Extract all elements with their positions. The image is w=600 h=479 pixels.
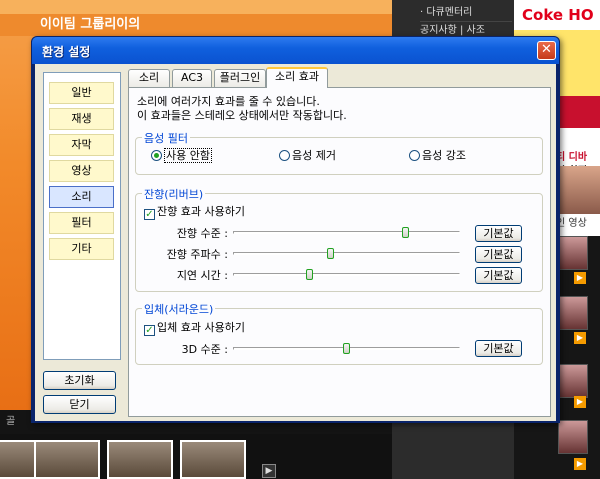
voice-filter-group: 음성 필터 사용 안함 음성 제거 음성 강조 [135,130,543,175]
category-filter[interactable]: 필터 [49,212,114,234]
list-item[interactable]: · 다큐멘터리 [420,4,512,22]
reverb-enable-checkbox[interactable]: ✓ 잔향 효과 사용하기 [144,203,245,220]
reverb-frequency-slider[interactable] [233,252,460,255]
surround-enable-checkbox[interactable]: ✓ 입체 효과 사용하기 [144,319,245,336]
category-video[interactable]: 영상 [49,160,114,182]
reverb-level-label: 잔향 수준 : [176,227,228,240]
reverb-group: 잔향(리버브) ✓ 잔향 효과 사용하기 잔향 수준 : 기본값 잔향 주파수 :… [135,186,543,292]
reverb-level-thumb[interactable] [401,227,409,238]
tab-sound-effects[interactable]: 소리 효과 [266,67,328,88]
radio-none[interactable]: 사용 안함 [151,147,212,163]
surround-label: 입체(서라운드) [142,301,216,317]
reset-button[interactable]: 초기화 [43,371,116,390]
background-list: · 다큐멘터리 공지사항 | 사조 [420,4,512,40]
reverb-label: 잔향(리버브) [142,186,206,202]
play-icon[interactable]: ▶ [574,396,586,408]
play-icon[interactable]: ▶ [574,272,586,284]
ad-banner-text[interactable]: Coke HO [522,6,594,24]
video-panel-title: 인 영상 [556,214,587,229]
category-sound[interactable]: 소리 [49,186,114,208]
reverb-frequency-default-button[interactable]: 기본값 [475,246,522,263]
3d-level-label: 3D 수준 : [181,343,228,356]
delay-time-thumb[interactable] [306,269,314,280]
category-general[interactable]: 일반 [49,82,114,104]
background-banner: 이이팀 그룹리이의 [0,14,392,36]
preferences-dialog: 환경 설정 ✕ 일반 재생 자막 영상 소리 필터 기타 초기화 닫기 소리 A… [31,36,560,423]
radio-voice-remove[interactable]: 음성 제거 [279,147,336,163]
video-thumbnail[interactable] [558,420,588,454]
tab-ac3[interactable]: AC3 [172,69,212,87]
category-other[interactable]: 기타 [49,238,114,260]
close-icon[interactable]: ✕ [537,41,556,60]
reverb-level-default-button[interactable]: 기본값 [475,225,522,242]
news-headline[interactable]: 티 디바 [556,148,587,163]
checkbox-checked-icon[interactable]: ✓ [144,209,155,220]
delay-time-label: 지연 시간 : [176,269,228,282]
delay-time-slider[interactable] [233,273,460,276]
checkbox-checked-icon[interactable]: ✓ [144,325,155,336]
news-photo[interactable] [556,166,600,214]
category-playback[interactable]: 재생 [49,108,114,130]
play-icon[interactable]: ▶ [574,332,586,344]
thumbnail[interactable] [34,440,100,479]
3d-level-default-button[interactable]: 기본값 [475,340,522,357]
radio-icon[interactable] [279,150,290,161]
3d-level-thumb[interactable] [342,343,350,354]
radio-selected-icon[interactable] [151,150,162,161]
dialog-body: 일반 재생 자막 영상 소리 필터 기타 초기화 닫기 소리 AC3 플러그인 … [35,64,556,421]
video-thumbnail[interactable] [558,364,588,398]
sound-effects-page: 소리에 여러가지 효과를 줄 수 있습니다. 이 효과들은 스테레오 상태에서만… [128,87,551,417]
next-arrow-icon[interactable]: ▶ [262,464,276,478]
radio-icon[interactable] [409,150,420,161]
play-icon[interactable]: ▶ [574,458,586,470]
reverb-frequency-label: 잔향 주파수 : [166,248,228,261]
thumbnail[interactable] [180,440,246,479]
category-subtitle[interactable]: 자막 [49,134,114,156]
video-thumbnail[interactable] [558,296,588,330]
category-list: 일반 재생 자막 영상 소리 필터 기타 [43,72,121,360]
tab-sound[interactable]: 소리 [128,69,170,87]
tab-plugin[interactable]: 플러그인 [214,69,266,87]
thumbnail[interactable] [107,440,173,479]
reverb-level-slider[interactable] [233,231,460,234]
dialog-title: 환경 설정 [42,45,91,59]
radio-voice-emphasize[interactable]: 음성 강조 [409,147,466,163]
delay-time-default-button[interactable]: 기본값 [475,267,522,284]
close-button[interactable]: 닫기 [43,395,116,414]
dialog-titlebar[interactable]: 환경 설정 ✕ [32,37,559,64]
voice-filter-label: 음성 필터 [142,130,190,146]
video-thumbnail[interactable] [558,236,588,270]
reverb-frequency-thumb[interactable] [326,248,334,259]
description-line: 이 효과들은 스테레오 상태에서만 작동합니다. [137,109,347,122]
surround-group: 입체(서라운드) ✓ 입체 효과 사용하기 3D 수준 : 기본값 [135,301,543,365]
